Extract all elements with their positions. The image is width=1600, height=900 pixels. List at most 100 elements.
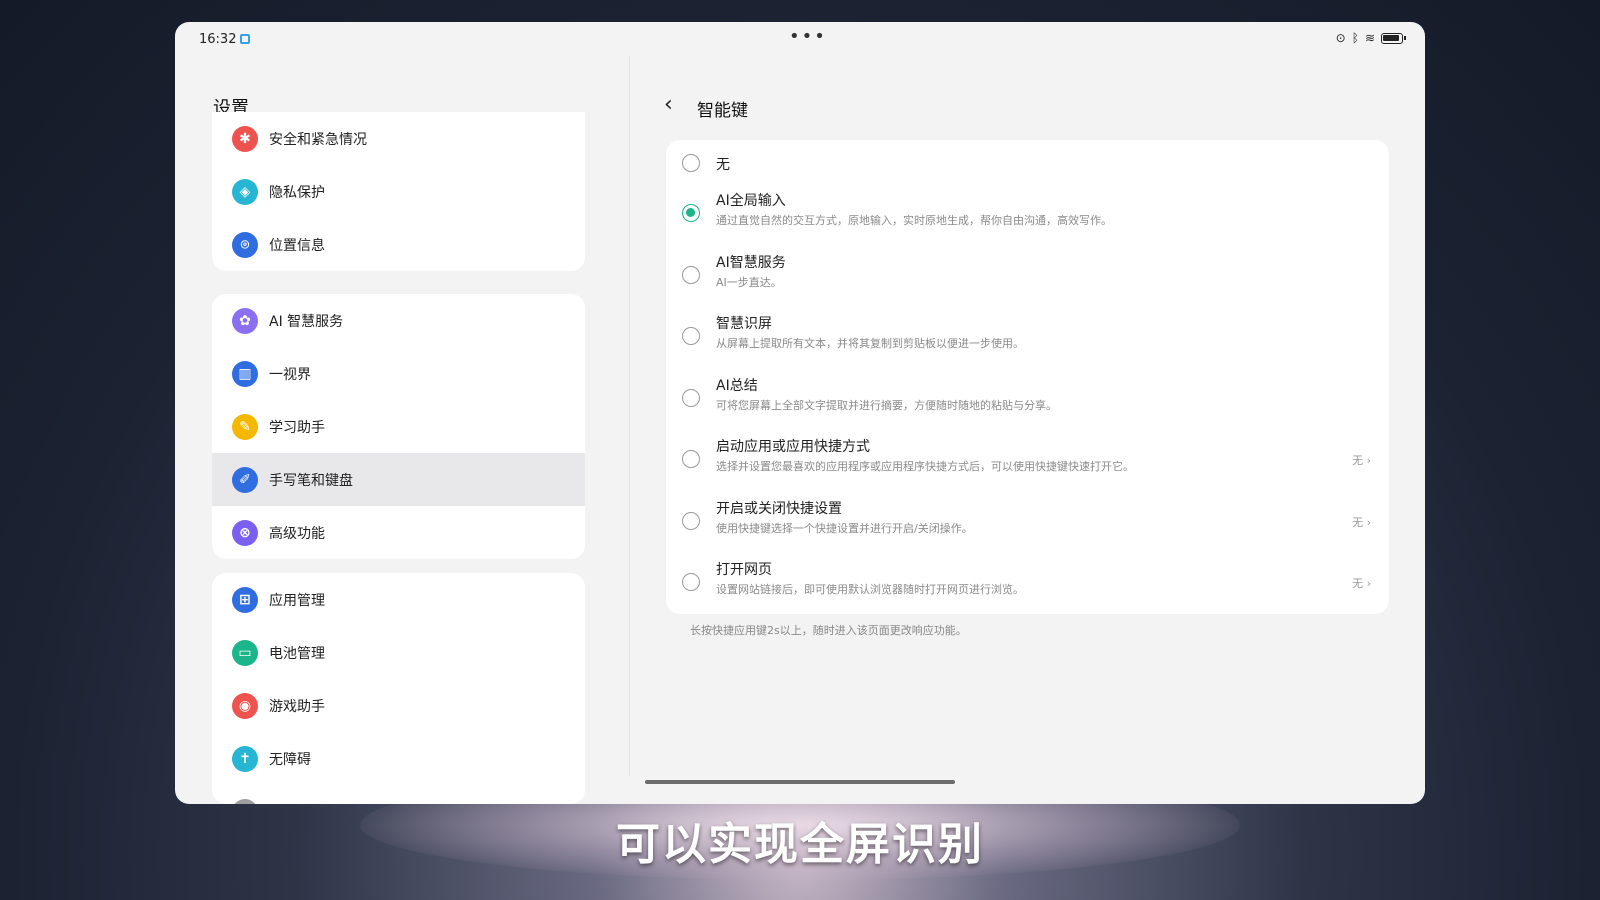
option-value: 无 › bbox=[1352, 575, 1371, 591]
footnote: 长按快捷应用键2s以上，随时进入该页面更改响应功能。 bbox=[690, 624, 967, 637]
option-description: 从屏幕上提取所有文本，并将其复制到剪贴板以便进一步使用。 bbox=[716, 337, 1024, 350]
option-description: 通过直觉自然的交互方式，原地输入，实时原地生成，帮你自由沟通，高效写作。 bbox=[716, 214, 1112, 227]
graduation-cap-icon: ✎ bbox=[232, 413, 258, 440]
smart-key-option[interactable]: 开启或关闭快捷设置使用快捷键选择一个快捷设置并进行开启/关闭操作。 无 › bbox=[666, 492, 1389, 553]
sidebar-item-battery[interactable]: ▭ 电池管理 bbox=[212, 626, 585, 679]
sidebar-item-label: 位置信息 bbox=[269, 237, 325, 254]
option-title: AI总结 bbox=[716, 377, 758, 394]
sidebar-item-accessibility[interactable]: ✝ 无障碍 bbox=[212, 732, 585, 785]
chevron-right-icon: › bbox=[1363, 515, 1371, 529]
accessibility-icon: ✝ bbox=[232, 745, 258, 772]
page-title: 智能键 bbox=[697, 101, 748, 121]
asterisk-icon: ✱ bbox=[232, 125, 258, 152]
status-bar: 16:32 ••• ⊙ ᛒ ≋ bbox=[175, 22, 1425, 56]
option-value-text: 无 bbox=[1352, 515, 1364, 529]
location-pin-icon: ⌾ bbox=[232, 231, 258, 258]
sidebar-item-label: 通用设置 bbox=[269, 802, 325, 805]
settings-sidebar: 设置 ✱ 安全和紧急情况 ◈ 隐私保护 ⌾ 位置信息 ✿ AI 智慧服务 ▥ 一视界 ✎ 学习助手 ✐ 手… bbox=[175, 56, 629, 804]
option-value-text: 无 bbox=[1352, 454, 1364, 467]
chevron-right-icon: › bbox=[1363, 454, 1371, 467]
settings-group-3: ⊞ 应用管理 ▭ 电池管理 ◉ 游戏助手 ✝ 无障碍 ⚙ 通用设置 bbox=[212, 573, 585, 804]
radio-button[interactable] bbox=[682, 388, 700, 407]
smart-key-option[interactable]: AI总结可将您屏幕上全部文字提取并进行摘要，方便随时随地的粘贴与分享。 bbox=[666, 369, 1389, 430]
radio-button[interactable] bbox=[682, 265, 700, 284]
sidebar-item-label: 一视界 bbox=[269, 366, 311, 383]
sidebar-item-label: 学习助手 bbox=[269, 419, 325, 436]
smart-key-option[interactable]: 打开网页设置网站链接后，即可使用默认浏览器随时打开网页进行浏览。 无 › bbox=[666, 553, 1389, 614]
sidebar-item-app-grid[interactable]: ⊞ 应用管理 bbox=[212, 573, 585, 626]
sidebar-item-asterisk[interactable]: ✱ 安全和紧急情况 bbox=[212, 112, 585, 165]
sidebar-item-location-pin[interactable]: ⌾ 位置信息 bbox=[212, 218, 585, 271]
option-title: 启动应用或应用快捷方式 bbox=[716, 439, 870, 455]
sidebar-item-label: AI 智慧服务 bbox=[269, 313, 344, 330]
sidebar-item-label: 安全和紧急情况 bbox=[269, 131, 367, 148]
video-subtitle: 可以实现全屏识别 bbox=[616, 819, 984, 870]
status-time: 16:32 bbox=[199, 32, 251, 47]
option-value: 无 › bbox=[1352, 514, 1371, 530]
notification-icon bbox=[240, 34, 251, 44]
settings-group-1: ✱ 安全和紧急情况 ◈ 隐私保护 ⌾ 位置信息 bbox=[212, 112, 585, 271]
smart-key-panel: ‹ 智能键 无 AI全局输入通过直觉自然的交互方式，原地输入，实时原地生成，帮你自… bbox=[630, 56, 1425, 804]
option-description: 选择并设置您最喜欢的应用程序或应用程序快捷方式后，可以使用快捷键快速打开它。 bbox=[716, 460, 1134, 473]
sidebar-item-label: 电池管理 bbox=[269, 645, 325, 662]
settings-group-2: ✿ AI 智慧服务 ▥ 一视界 ✎ 学习助手 ✐ 手写笔和键盘 ⊗ 高级功能 bbox=[212, 294, 585, 559]
smart-key-option[interactable]: AI全局输入通过直觉自然的交互方式，原地输入，实时原地生成，帮你自由沟通，高效写… bbox=[666, 184, 1389, 245]
option-description: 可将您屏幕上全部文字提取并进行摘要，方便随时随地的粘贴与分享。 bbox=[716, 398, 1057, 412]
option-title: 智慧识屏 bbox=[716, 316, 772, 332]
sidebar-item-privacy-shield[interactable]: ◈ 隐私保护 bbox=[212, 165, 585, 218]
general-settings-icon: ⚙ bbox=[232, 798, 258, 804]
sidebar-item-general-settings[interactable]: ⚙ 通用设置 bbox=[212, 785, 585, 804]
radio-button[interactable] bbox=[682, 511, 700, 530]
option-title: AI全局输入 bbox=[716, 193, 786, 209]
back-arrow-icon[interactable]: ‹ bbox=[664, 94, 673, 116]
sidebar-item-advanced-features[interactable]: ⊗ 高级功能 bbox=[212, 506, 585, 559]
sidebar-item-label: 高级功能 bbox=[269, 525, 325, 542]
system-icons: ⊙ ᛒ ≋ bbox=[1335, 31, 1406, 45]
options-card: 无 AI全局输入通过直觉自然的交互方式，原地输入，实时原地生成，帮你自由沟通，高效… bbox=[666, 140, 1389, 614]
smart-key-option[interactable]: AI智慧服务 AI一步直达。 bbox=[666, 246, 1389, 307]
sidebar-item-multiview[interactable]: ▥ 一视界 bbox=[212, 347, 585, 400]
sidebar-item-pen[interactable]: ✐ 手写笔和键盘 bbox=[212, 453, 585, 506]
chevron-right-icon: › bbox=[1363, 577, 1371, 590]
app-grid-icon: ⊞ bbox=[232, 586, 258, 613]
option-value-text: 无 bbox=[1352, 577, 1364, 590]
option-description: AI一步直达。 bbox=[716, 275, 782, 289]
advanced-features-icon: ⊗ bbox=[232, 519, 258, 546]
smart-key-option[interactable]: 智慧识屏从屏幕上提取所有文本，并将其复制到剪贴板以便进一步使用。 bbox=[666, 307, 1389, 368]
option-value: 无 › bbox=[1352, 452, 1371, 468]
sidebar-item-graduation-cap[interactable]: ✎ 学习助手 bbox=[212, 400, 585, 453]
sidebar-item-label: 游戏助手 bbox=[269, 698, 325, 715]
radio-button[interactable] bbox=[682, 154, 700, 172]
ai-atom-icon: ✿ bbox=[232, 307, 258, 334]
option-title: 无 bbox=[716, 157, 730, 173]
radio-button[interactable] bbox=[682, 327, 700, 345]
option-description: 使用快捷键选择一个快捷设置并进行开启/关闭操作。 bbox=[716, 521, 973, 535]
sidebar-item-ai-atom[interactable]: ✿ AI 智慧服务 bbox=[212, 294, 585, 347]
wifi-icon: ≋ bbox=[1364, 31, 1375, 45]
multitask-dots-icon[interactable]: ••• bbox=[789, 26, 827, 47]
option-description: 设置网站链接后，即可使用默认浏览器随时打开网页进行浏览。 bbox=[716, 583, 1024, 596]
home-indicator[interactable] bbox=[645, 780, 955, 784]
sidebar-item-label: 应用管理 bbox=[269, 592, 325, 609]
pen-icon: ✐ bbox=[232, 466, 258, 493]
privacy-shield-icon: ◈ bbox=[232, 178, 258, 205]
battery-icon: ▭ bbox=[232, 639, 258, 666]
radio-button[interactable] bbox=[682, 450, 700, 468]
gamepad-icon: ◉ bbox=[232, 692, 258, 719]
sidebar-item-label: 无障碍 bbox=[269, 751, 311, 768]
bluetooth-icon: ᛒ bbox=[1351, 31, 1359, 45]
multiview-icon: ▥ bbox=[232, 360, 258, 387]
tablet-screen: 16:32 ••• ⊙ ᛒ ≋ 设置 ✱ 安全和紧急情况 ◈ 隐私保护 ⌾ 位置信息 ✿ AI… bbox=[175, 22, 1425, 804]
smart-key-option[interactable]: 启动应用或应用快捷方式选择并设置您最喜欢的应用程序或应用程序快捷方式后，可以使用… bbox=[666, 430, 1389, 491]
option-title: AI智慧服务 bbox=[716, 254, 786, 271]
smart-key-option[interactable]: 无 bbox=[666, 140, 1389, 184]
sidebar-item-label: 手写笔和键盘 bbox=[269, 472, 353, 489]
option-title: 打开网页 bbox=[716, 562, 772, 578]
radio-button[interactable] bbox=[682, 573, 700, 591]
record-icon: ⊙ bbox=[1335, 31, 1346, 45]
option-title: 开启或关闭快捷设置 bbox=[716, 500, 842, 517]
sidebar-item-gamepad[interactable]: ◉ 游戏助手 bbox=[212, 679, 585, 732]
sidebar-item-label: 隐私保护 bbox=[269, 184, 325, 201]
battery-status-icon bbox=[1381, 32, 1406, 44]
radio-button[interactable] bbox=[682, 204, 700, 222]
